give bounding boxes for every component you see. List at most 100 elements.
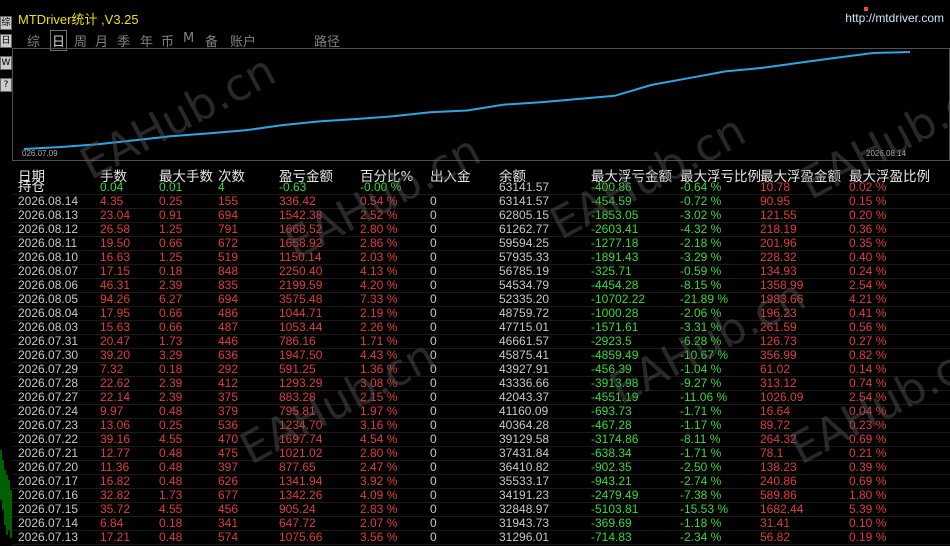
side-w-icon[interactable]: W [0,56,12,70]
cell-max-float-profit: 1983.66 [760,292,804,306]
cell-pct: 2.83 % [360,502,398,516]
table-row[interactable]: 2026.08.13 23.04 0.91 694 1542.38 2.52 % 0 6280… [12,208,950,222]
cell-max-float-profit-pct: 0.36 % [849,222,887,236]
cell-max-lots: 2.39 [159,376,183,390]
table-row[interactable]: 2026.07.20 11.36 0.48 397 877.65 2.47 % 0 36410… [12,460,950,474]
cell-pnl: 1947.50 [279,348,323,362]
cell-max-float-profit: 261.59 [760,320,797,334]
cell-max-float-loss: -2603.41 [591,222,639,236]
column-header-3[interactable]: 次数 [218,165,245,185]
column-header-5[interactable]: 百分比% [360,165,413,185]
cell-balance: 42043.37 [499,390,550,404]
table-row[interactable]: 2026.08.14 4.35 0.25 155 336.42 0.54 % 0 63141.… [12,194,950,208]
table-row[interactable]: 2026.07.21 12.77 0.48 475 1021.02 2.80 % 0 3743… [12,446,950,460]
cell-pnl: 591.25 [279,362,316,376]
cell-date: 2026.07.14 [18,516,79,530]
cell-max-float-loss: -4551.19 [591,390,639,404]
cell-max-float-profit-pct: 0.56 % [849,320,887,334]
column-header-7[interactable]: 余额 [499,165,526,185]
cell-max-float-loss: -693.73 [591,404,632,418]
table-row[interactable]: 2026.08.07 17.15 0.18 848 2250.40 4.13 % 0 5678… [12,264,950,278]
cell-max-float-loss: -456.39 [591,362,632,376]
column-header-1[interactable]: 手数 [100,165,127,185]
table-row[interactable]: 2026.08.12 26.58 1.25 791 1668.52 2.80 % 0 6126… [12,222,950,236]
cell-max-float-loss: -1853.05 [591,208,639,222]
table-row[interactable]: 2026.07.31 20.47 1.73 446 786.16 1.71 % 0 46661… [12,334,950,348]
cell-flow: 0 [430,488,437,502]
column-header-11[interactable]: 最大浮盈比例 [849,165,930,185]
cell-count: 536 [218,418,239,432]
cell-max-float-loss: -4859.49 [591,348,639,362]
column-header-9[interactable]: 最大浮亏比例 [680,165,761,185]
cell-pnl: 1021.02 [279,446,323,460]
cell-count: 470 [218,432,239,446]
table-row[interactable]: 2026.08.11 19.50 0.66 672 1658.92 2.86 % 0 5959… [12,236,950,250]
holding-row[interactable]: 持仓 0.04 0.01 4 -0.63 -0.00 % 63141.57 -400.86 -0… [12,180,950,194]
cell-lots: 19.50 [100,236,131,250]
cell-max-lots: 0.18 [159,516,183,530]
cell-date: 2026.08.04 [18,306,79,320]
cell-pnl: 1075.66 [279,530,323,544]
tab-7[interactable]: M [183,31,194,46]
side-toolbar: 综 日 W ? [0,0,12,546]
cell-count: 456 [218,502,239,516]
table-row[interactable]: 2026.07.13 17.21 0.48 574 1075.66 3.56 % 0 3129… [12,530,950,544]
table-row[interactable]: 2026.08.10 16.63 1.25 519 1150.14 2.03 % 0 5793… [12,250,950,264]
website-link[interactable]: http://mtdriver.com [845,11,944,25]
table-row[interactable]: 2026.07.29 7.32 0.18 292 591.25 1.36 % 0 43927.… [12,362,950,376]
cell-balance: 39129.58 [499,432,550,446]
cell-pct: 7.33 % [360,292,398,306]
cell-pct: 2.15 % [360,390,398,404]
cell-pnl: 1234.70 [279,418,323,432]
cell-max-float-profit-pct: 0.10 % [849,516,887,530]
cell-max-float-profit-pct: 4.21 % [849,292,887,306]
cell-lots: 15.63 [100,320,131,334]
cell-lots: 11.36 [100,460,130,474]
table-row[interactable]: 2026.07.14 6.84 0.18 341 647.72 2.07 % 0 31943.… [12,516,950,530]
side-help-icon[interactable]: ? [0,78,12,92]
column-header-10[interactable]: 最大浮盈金额 [760,165,841,185]
column-header-4[interactable]: 盈亏金额 [279,165,333,185]
table-row[interactable]: 2026.07.27 22.14 2.39 375 883.28 2.15 % 0 42043… [12,390,950,404]
cell-max-float-profit-pct: 0.41 % [849,306,887,320]
table-row[interactable]: 2026.07.24 9.97 0.48 379 795.81 1.97 % 0 41160.… [12,404,950,418]
table-row[interactable]: 2026.07.22 39.16 4.55 470 1697.74 4.54 % 0 3912… [12,432,950,446]
cell-max-float-loss: -5103.81 [591,502,639,516]
cell-pnl: 647.72 [279,516,316,530]
column-header-8[interactable]: 最大浮亏金额 [591,165,672,185]
table-row[interactable]: 2026.07.17 16.82 0.48 626 1341.94 3.92 % 0 3553… [12,474,950,488]
table-row[interactable]: 2026.07.23 13.06 0.25 536 1234.70 3.16 % 0 4036… [12,418,950,432]
side-daily-icon[interactable]: 日 [0,34,12,48]
column-header-2[interactable]: 最大手数 [159,165,213,185]
cell-lots: 0.04 [100,180,124,194]
cell-pnl: 2250.40 [279,264,323,278]
cell-flow: 0 [430,306,437,320]
side-summary-icon[interactable]: 综 [0,16,12,30]
cell-max-lots: 0.01 [159,180,183,194]
cell-max-float-profit-pct: 0.82 % [849,348,887,362]
table-row[interactable]: 2026.08.05 94.26 6.27 694 3575.48 7.33 % 0 5233… [12,292,950,306]
cell-flow: 0 [430,474,437,488]
cell-max-float-profit: 61.02 [760,362,791,376]
table-row[interactable]: 2026.08.06 46.31 2.39 835 2199.59 4.20 % 0 5453… [12,278,950,292]
table-row[interactable]: 2026.07.30 39.20 3.29 636 1947.50 4.43 % 0 4587… [12,348,950,362]
column-header-6[interactable]: 出入金 [430,165,471,185]
cell-max-float-profit-pct: 0.20 % [849,208,887,222]
x-start-label: 026.07.09 [22,149,58,158]
table-row[interactable]: 2026.08.04 17.95 0.66 486 1044.71 2.19 % 0 4875… [12,306,950,320]
cell-max-float-loss: -2923.5 [591,334,632,348]
balance-chart: 026.07.09 2026.08.14 [12,48,950,161]
cell-max-float-profit: 90.95 [760,194,791,208]
table-row[interactable]: 2026.07.16 32.82 1.73 677 1342.26 4.09 % 0 3419… [12,488,950,502]
cell-max-float-loss: -10702.22 [591,292,646,306]
cell-date: 2026.08.03 [18,320,79,334]
cell-max-float-loss-pct: -2.06 % [680,306,722,320]
table-row[interactable]: 2026.07.15 35.72 4.55 456 905.24 2.83 % 0 32848… [12,502,950,516]
cell-lots: 6.84 [100,516,124,530]
cell-max-float-profit-pct: 0.35 % [849,236,887,250]
table-row[interactable]: 2026.08.03 15.63 0.66 487 1053.44 2.26 % 0 4771… [12,320,950,334]
table-row[interactable]: 2026.07.28 22.62 2.39 412 1293.29 3.08 % 0 4333… [12,376,950,390]
cell-date: 2026.08.14 [18,194,79,208]
cell-count: 574 [218,530,239,544]
cell-max-float-profit-pct: 0.69 % [849,432,887,446]
